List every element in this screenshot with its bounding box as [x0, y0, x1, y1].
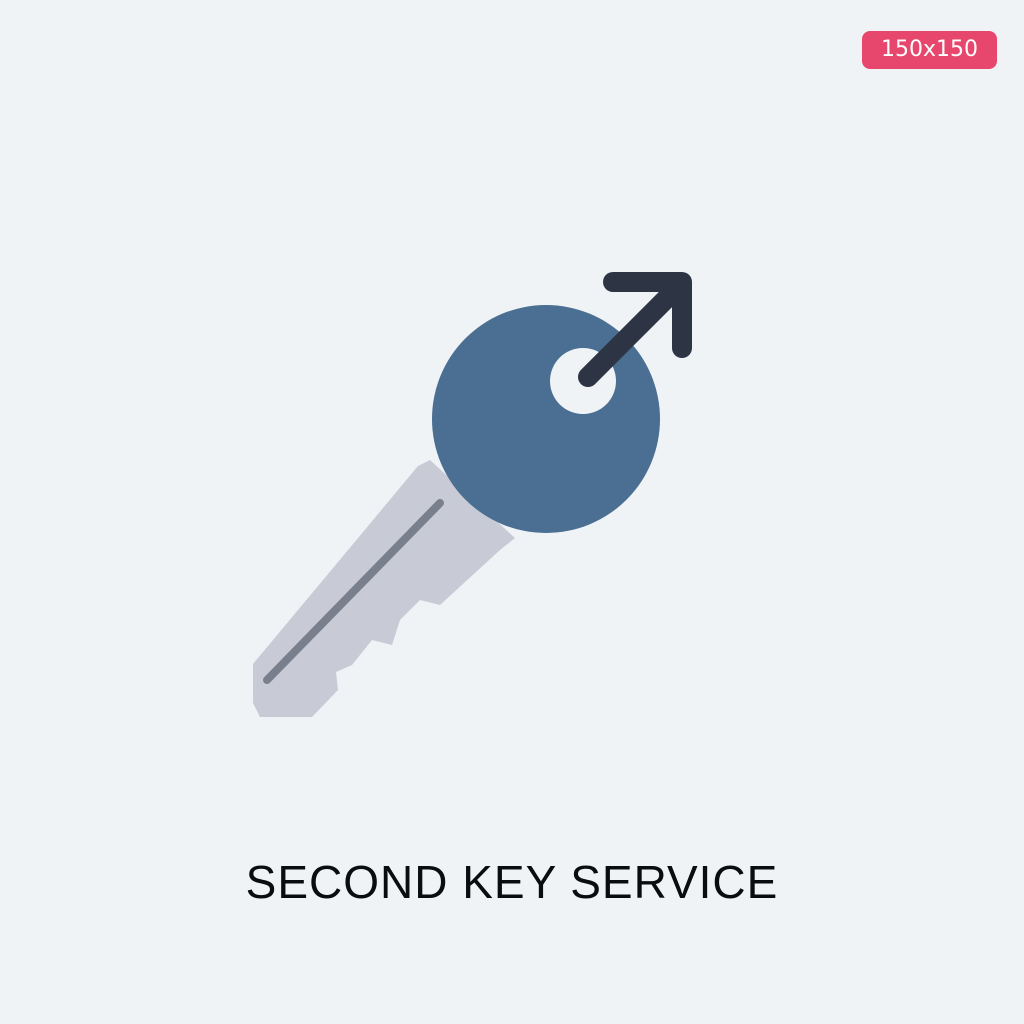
icon-caption: SECOND KEY SERVICE [245, 856, 779, 908]
icon-canvas: 150x150 SECOND KEY SERVICE [0, 0, 1024, 1024]
